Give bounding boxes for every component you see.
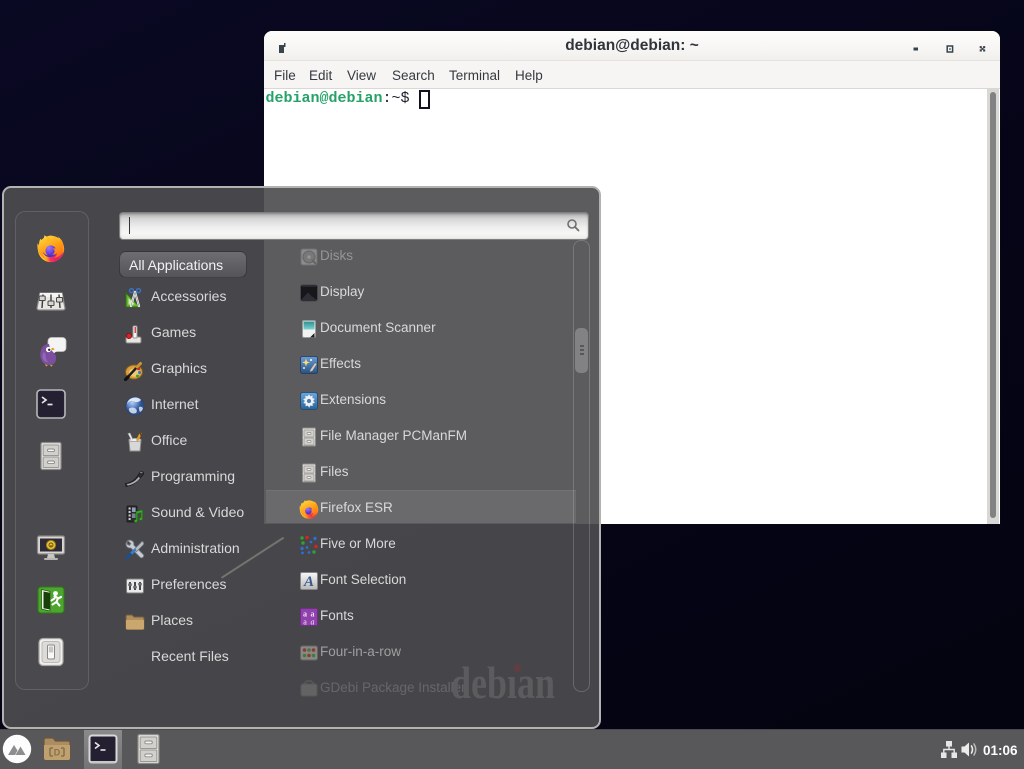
svg-text:a: a [311, 618, 315, 627]
svg-text:D: D [54, 748, 61, 758]
svg-text:a: a [303, 618, 307, 627]
svg-text:A: A [303, 574, 314, 590]
